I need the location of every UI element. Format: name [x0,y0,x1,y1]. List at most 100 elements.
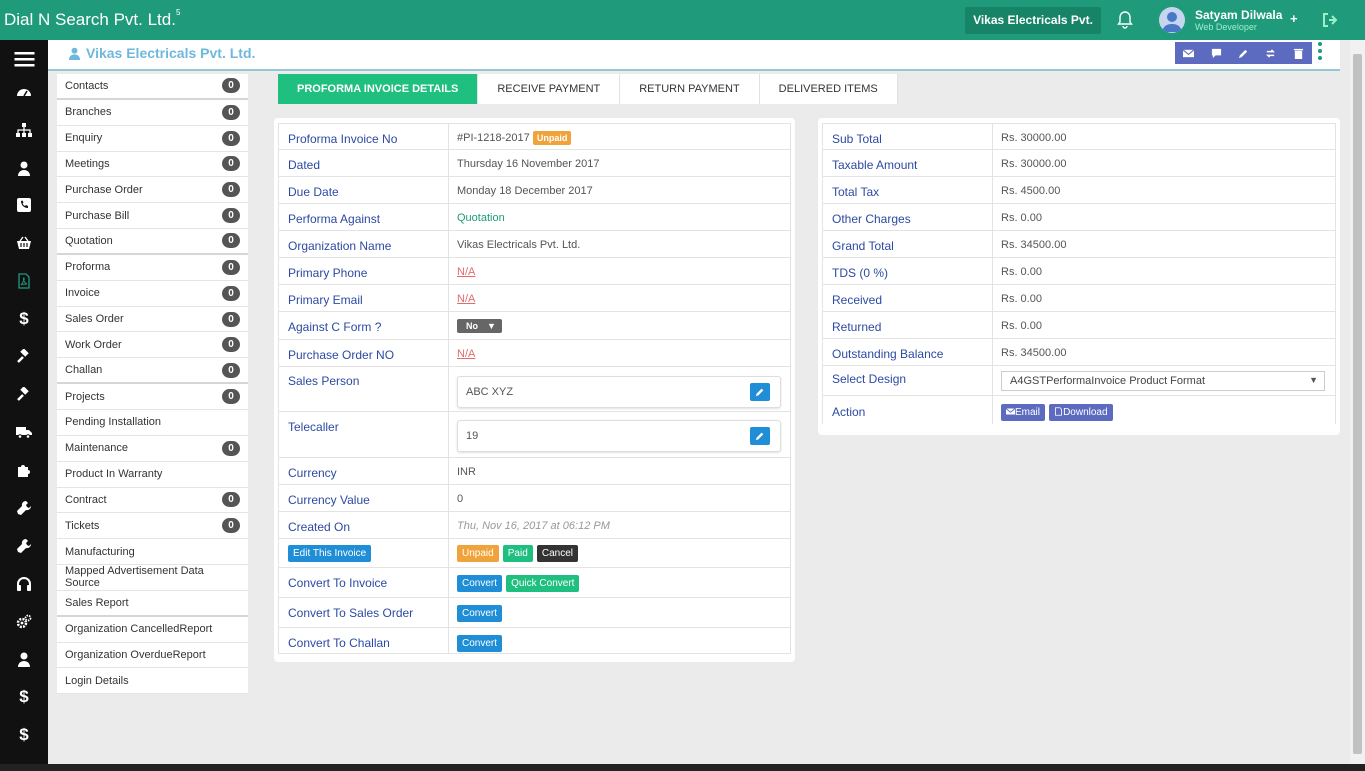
bell-icon[interactable] [1117,11,1133,29]
convert-challan-button[interactable]: Convert [457,635,503,652]
primary-phone-link[interactable]: N/A [457,266,475,278]
sidebar-item-tickets[interactable]: Tickets 0 [57,513,248,540]
sidebar-item-challan[interactable]: Challan 0 [57,358,248,385]
pencil-icon[interactable] [750,383,770,401]
convert-invoice-button[interactable]: Convert [457,575,503,592]
sidebar-item-contract[interactable]: Contract 0 [57,488,248,514]
sidebar-item-sales-report[interactable]: Sales Report [57,591,248,617]
plus-icon[interactable]: + [1290,11,1298,26]
dollar-icon[interactable]: $ [0,716,48,754]
purchase-order-link[interactable]: N/A [457,348,475,360]
summary-row-received: Received Rs. 0.00 [822,285,1336,312]
sidebar-item-work-order[interactable]: Work Order 0 [57,332,248,359]
sidebar-item-sales-order[interactable]: Sales Order 0 [57,307,248,333]
cogs-icon[interactable] [0,603,48,641]
count-badge: 0 [222,182,240,198]
logout-icon[interactable] [1322,12,1338,28]
gavel-icon[interactable] [0,338,48,376]
convert-icon[interactable] [1257,42,1284,64]
trash-icon[interactable] [1285,42,1312,64]
sidebar-item-label: Maintenance [65,442,128,455]
paid-button[interactable]: Paid [502,545,533,562]
tab-proforma-invoice-details[interactable]: PROFORMA INVOICE DETAILS [278,74,479,104]
wrench-icon[interactable] [0,527,48,565]
count-badge: 0 [222,130,240,146]
sidebar-item-proforma[interactable]: Proforma 0 [57,255,248,281]
user-name[interactable]: Satyam Dilwala [1195,8,1282,22]
sidebar-item-branches[interactable]: Branches 0 [57,100,248,126]
dollar-icon[interactable]: $ [0,678,48,716]
pencil-icon[interactable] [750,427,770,445]
dollar-icon[interactable]: $ [0,300,48,338]
sidebar-item-label: Challan [65,364,103,377]
puzzle-icon[interactable] [0,451,48,489]
email-button[interactable]: Email [1001,404,1046,421]
sidebar-item-label: Tickets [65,519,100,532]
sidebar-item-manufacturing[interactable]: Manufacturing [57,539,248,566]
sidebar-item-maintenance[interactable]: Maintenance 0 [57,436,248,462]
download-button[interactable]: Download [1049,404,1113,421]
detail-row-currency: Currency INR [278,458,791,485]
sidebar-item-organization-cancelledreport[interactable]: Organization CancelledReport [57,617,248,643]
basket-icon[interactable] [0,224,48,262]
brand-title[interactable]: Dial N Search Pvt. Ltd.5 [4,8,180,30]
scrollbar-thumb[interactable] [1353,54,1362,754]
wrench-icon[interactable] [0,489,48,527]
sidebar-item-meetings[interactable]: Meetings 0 [57,152,248,178]
sidebar-item-projects[interactable]: Projects 0 [57,384,248,410]
sidebar-item-product-in-warranty[interactable]: Product In Warranty [57,462,248,488]
detail-row-convert-challan: Convert To Challan Convert [278,628,791,654]
telecaller-field[interactable]: 19 [457,420,781,452]
page-title: Vikas Electricals Pvt. Ltd. [68,45,255,61]
sales-person-field[interactable]: ABC XYZ [457,376,781,408]
convert-sales-order-button[interactable]: Convert [457,605,503,622]
detail-row-created-on: Created On Thu, Nov 16, 2017 at 06:12 PM [278,512,791,539]
summary-row-tax: Total Tax Rs. 4500.00 [822,177,1336,204]
sidebar-item-label: Login Details [65,674,129,687]
truck-icon[interactable] [0,413,48,451]
page-scrollbar[interactable] [1350,40,1365,771]
unpaid-button[interactable]: Unpaid [457,545,499,562]
summary-row-returned: Returned Rs. 0.00 [822,312,1336,339]
kebab-menu-icon[interactable] [1316,42,1324,60]
gavel-icon[interactable] [0,376,48,414]
sidebar-item-invoice[interactable]: Invoice 0 [57,281,248,307]
pdf-file-icon[interactable] [0,262,48,300]
headphones-icon[interactable] [0,565,48,603]
phone-icon[interactable] [0,186,48,224]
sidebar-item-label: Organization OverdueReport [65,648,206,661]
primary-email-link[interactable]: N/A [457,293,475,305]
tab-return-payment[interactable]: RETURN PAYMENT [620,74,760,104]
dashboard-icon[interactable] [0,73,48,111]
sidebar-item-contacts[interactable]: Contacts 0 [57,74,248,100]
sidebar-item-organization-overduereport[interactable]: Organization OverdueReport [57,643,248,669]
sidebar-item-mapped-advertisement-data-source[interactable]: Mapped Advertisement Data Source [57,565,248,591]
sidebar-item-enquiry[interactable]: Enquiry 0 [57,126,248,152]
cancel-button[interactable]: Cancel [536,545,578,562]
sidebar-item-purchase-order[interactable]: Purchase Order 0 [57,177,248,204]
sidebar-item-login-details[interactable]: Login Details [57,668,248,695]
count-badge: 0 [222,208,240,224]
pencil-icon[interactable] [1230,42,1257,64]
comment-icon[interactable] [1202,42,1229,64]
sidebar-item-quotation[interactable]: Quotation 0 [57,229,248,255]
summary-row-other-charges: Other Charges Rs. 0.00 [822,204,1336,231]
user-icon[interactable] [0,149,48,187]
design-select[interactable]: A4GSTPerformaInvoice Product Format ▼ [1001,371,1325,391]
quick-convert-button[interactable]: Quick Convert [506,575,580,592]
sidebar-item-pending-installation[interactable]: Pending Installation [57,410,248,436]
edit-invoice-button[interactable]: Edit This Invoice [288,545,372,562]
user-icon[interactable] [0,640,48,678]
sidebar-item-purchase-bill[interactable]: Purchase Bill 0 [57,203,248,230]
sidebar-item-label: Enquiry [65,132,103,145]
email-icon[interactable] [1175,42,1202,64]
user-icon [68,47,81,60]
avatar[interactable] [1159,7,1185,33]
sitemap-icon[interactable] [0,111,48,149]
detail-row-primary-email: Primary Email N/A [278,285,791,312]
c-form-dropdown[interactable]: No ▼ [457,319,502,333]
organization-button[interactable]: Vikas Electricals Pvt. [965,7,1101,34]
performa-against-link[interactable]: Quotation [457,212,505,224]
tab-delivered-items[interactable]: DELIVERED ITEMS [760,74,898,104]
tab-receive-payment[interactable]: RECEIVE PAYMENT [478,74,621,104]
